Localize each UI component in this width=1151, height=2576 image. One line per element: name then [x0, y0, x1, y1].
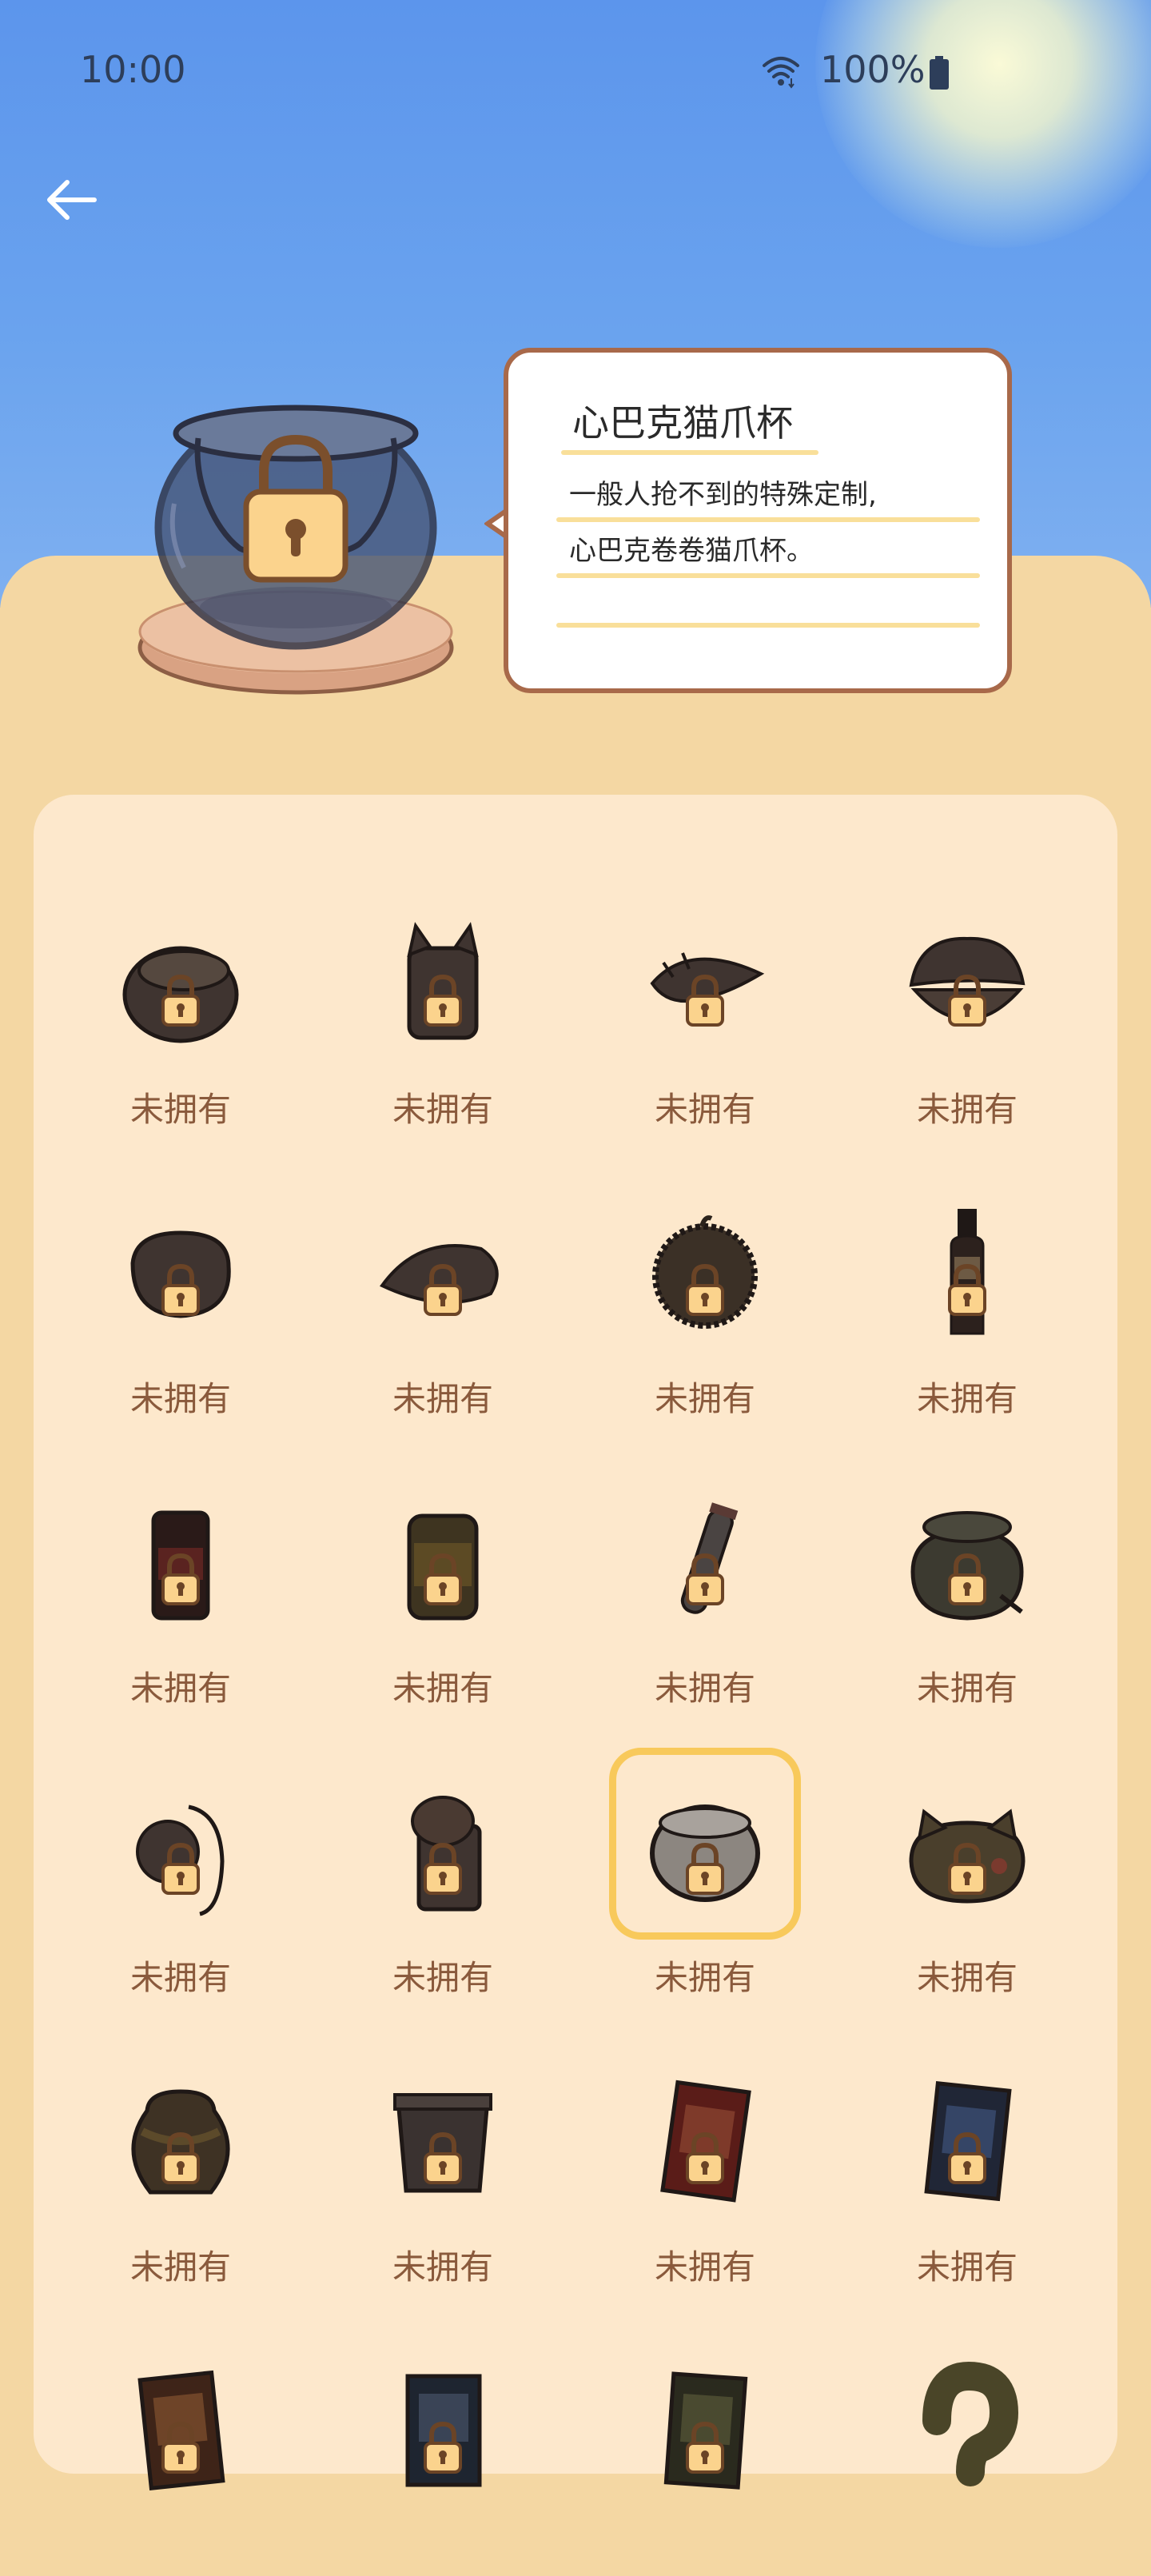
- leaf-shell-icon: [379, 1244, 499, 1316]
- soda-can-icon: [151, 1510, 210, 1621]
- collection-item[interactable]: 未拥有: [85, 1468, 277, 1708]
- desc-underline-3: [556, 623, 980, 628]
- vase-icon: [131, 2089, 230, 2195]
- conch-shell-icon: [650, 952, 765, 1027]
- collection-item[interactable]: 未拥有: [871, 1757, 1063, 1997]
- item-status-label: 未拥有: [129, 1379, 231, 1418]
- collection-item[interactable]: 未拥有: [609, 1468, 801, 1708]
- collection-item[interactable]: [871, 2336, 1063, 2576]
- collection-item[interactable]: 未拥有: [609, 2047, 801, 2287]
- item-status-label: 未拥有: [654, 1958, 755, 1997]
- collection-item[interactable]: 未拥有: [609, 1178, 801, 1418]
- item-status-label: 未拥有: [916, 1958, 1018, 1997]
- mushroom-jar-icon: [411, 1796, 482, 1912]
- collection-item[interactable]: 未拥有: [347, 1468, 539, 1708]
- collection-item[interactable]: 未拥有: [871, 889, 1063, 1129]
- durian-icon: [652, 1215, 758, 1329]
- back-button[interactable]: [40, 168, 104, 232]
- collection-item[interactable]: [609, 2336, 801, 2576]
- item-status-label: 未拥有: [129, 1958, 231, 1997]
- collection-item[interactable]: [347, 2336, 539, 2576]
- item-status-label: 未拥有: [392, 1958, 493, 1997]
- battery-percent: 100%: [820, 48, 926, 91]
- collection-item-selected[interactable]: 未拥有: [609, 1748, 801, 1997]
- collection-item[interactable]: 未拥有: [347, 1178, 539, 1418]
- item-status-label: 未拥有: [129, 1669, 231, 1708]
- dark-book-icon: [405, 2374, 482, 2487]
- desc-underline-1: [556, 517, 980, 522]
- item-description-line-2: 心巴克卷卷猫爪杯。: [569, 535, 814, 567]
- item-description-line-1: 一般人抢不到的特殊定制,: [569, 479, 877, 511]
- item-status-label: 未拥有: [654, 1090, 755, 1129]
- collection-item[interactable]: 未拥有: [871, 2047, 1063, 2287]
- collection-item[interactable]: 未拥有: [85, 1757, 277, 1997]
- status-time: 10:00: [80, 48, 186, 91]
- tin-can-icon: [407, 1513, 479, 1621]
- collection-item[interactable]: 未拥有: [609, 889, 801, 1129]
- item-detail-bubble: 心巴克猫爪杯 一般人抢不到的特殊定制, 心巴克卷卷猫爪杯。: [504, 348, 1012, 693]
- collection-item[interactable]: 未拥有: [347, 1757, 539, 1997]
- gourd-icon: [136, 1804, 225, 1916]
- item-status-label: 未拥有: [916, 1090, 1018, 1129]
- item-status-label: 未拥有: [654, 1379, 755, 1418]
- item-status-label: 未拥有: [916, 1379, 1018, 1418]
- cat-head-cup-icon: [909, 1808, 1026, 1904]
- item-status-label: 未拥有: [392, 1090, 493, 1129]
- item-status-label: 未拥有: [916, 1669, 1018, 1708]
- name-underline: [561, 450, 818, 455]
- item-status-label: 未拥有: [129, 1090, 231, 1129]
- test-tube-icon: [680, 1502, 739, 1614]
- clay-pot-icon: [910, 1511, 1024, 1621]
- item-status-label: 未拥有: [392, 2247, 493, 2287]
- cat-paw-cup-icon: [650, 1804, 760, 1902]
- wine-bottle-icon: [948, 1209, 986, 1335]
- collection-item[interactable]: 未拥有: [85, 889, 277, 1129]
- collection-item[interactable]: 未拥有: [85, 1178, 277, 1418]
- battery-icon: [930, 56, 949, 90]
- item-status-label: 未拥有: [654, 2247, 755, 2287]
- item-status-label: 未拥有: [916, 2247, 1018, 2287]
- collection-item[interactable]: 未拥有: [347, 889, 539, 1129]
- desc-underline-2: [556, 573, 980, 578]
- blue-book-icon: [924, 2081, 1012, 2202]
- status-bar: 10:00 100%: [0, 0, 1151, 144]
- cat-cup-icon: [407, 922, 479, 1040]
- wifi-icon: [763, 57, 799, 89]
- item-name: 心巴克猫爪杯: [572, 401, 793, 445]
- bowl-icon: [122, 946, 239, 1043]
- pouch-icon: [130, 1230, 231, 1318]
- collection-item[interactable]: [85, 2336, 277, 2576]
- square-pot-icon: [393, 2093, 492, 2193]
- red-book-icon: [660, 2080, 751, 2203]
- collection-item[interactable]: 未拥有: [347, 2047, 539, 2287]
- item-status-label: 未拥有: [129, 2247, 231, 2287]
- question-mark-icon: [922, 2361, 1019, 2486]
- item-status-label: 未拥有: [654, 1669, 755, 1708]
- collection-item[interactable]: 未拥有: [871, 1178, 1063, 1418]
- clam-shell-icon: [909, 936, 1026, 1027]
- collection-item[interactable]: 未拥有: [871, 1468, 1063, 1708]
- orange-book-icon: [137, 2370, 225, 2490]
- item-status-label: 未拥有: [392, 1379, 493, 1418]
- item-status-label: 未拥有: [392, 1669, 493, 1708]
- hero-cup-preview: [137, 405, 454, 695]
- collection-item[interactable]: 未拥有: [85, 2047, 277, 2287]
- green-book-icon: [663, 2371, 748, 2490]
